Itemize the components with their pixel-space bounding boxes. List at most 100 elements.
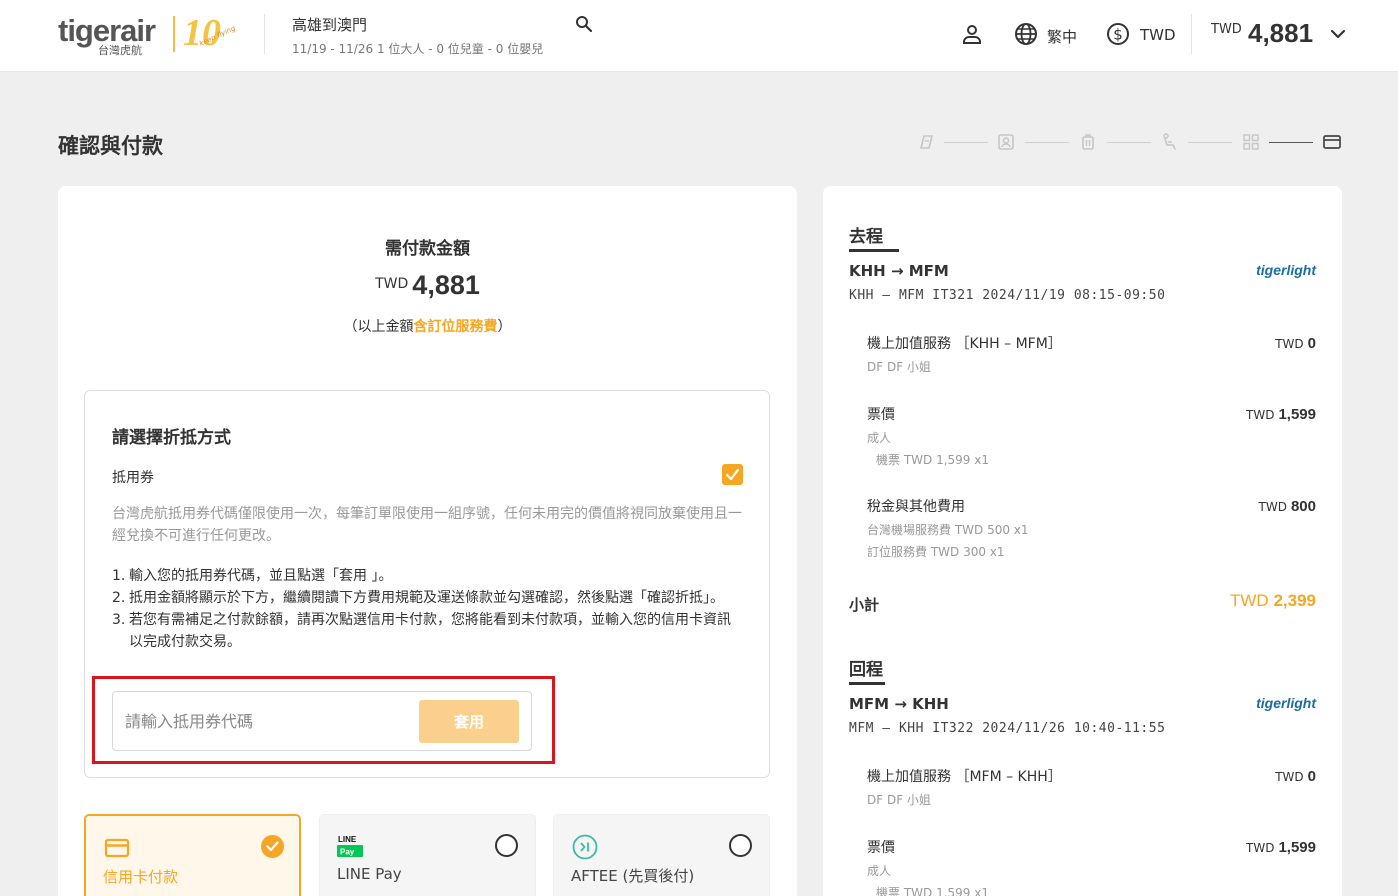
return-title: 回程 — [849, 660, 883, 680]
payment-method-credit-card[interactable]: 信用卡付款 — [84, 814, 301, 896]
step-connector — [944, 142, 988, 143]
line-item-detail: 機票 TWD 1,599 x1 — [876, 886, 989, 896]
instruction-number: 3. — [112, 612, 126, 628]
step-connector — [1188, 142, 1232, 143]
language-selector[interactable]: 繁中 — [1047, 26, 1077, 47]
amount-note-prefix: （以上金額 — [343, 319, 414, 335]
payment-method-aftee[interactable]: AFTEE (先買後付) — [553, 814, 770, 896]
step-connector-active — [1269, 142, 1313, 143]
currency-dollar-icon[interactable]: $ — [1105, 21, 1131, 47]
subtotal-label: 小計 — [849, 596, 880, 614]
instruction-number: 1. — [112, 568, 126, 584]
payment-card-step-icon — [1323, 135, 1341, 149]
payment-method-radio[interactable] — [729, 834, 752, 857]
discount-title: 請選擇折抵方式 — [112, 428, 231, 448]
instruction-item: 3. 若您有需補足之付款餘額，請再次點選信用卡付款，您將能看到未付款項，並輸入您的… — [112, 609, 744, 653]
amount-note-suffix: ） — [497, 319, 512, 335]
globe-icon[interactable] — [1013, 21, 1039, 47]
amount-currency: TWD — [1246, 408, 1275, 422]
extras-grid-step-icon — [1243, 134, 1259, 150]
logo-subtitle: 台灣虎航 — [98, 44, 142, 57]
payment-method-radio-selected[interactable] — [261, 835, 284, 858]
baggage-step-icon — [1082, 134, 1094, 150]
amount-value: 1,599 — [1278, 839, 1316, 856]
line-item-name: 票價 — [867, 840, 895, 856]
instruction-text: 若您有需補足之付款餘額，請再次點選信用卡付款，您將能看到未付款項，並輸入您的信用… — [129, 612, 731, 650]
payment-method-label: 信用卡付款 — [103, 868, 179, 886]
amount-value: 0 — [1307, 768, 1316, 785]
line-item-name: 稅金與其他費用 — [867, 499, 965, 515]
step-connector — [1025, 142, 1069, 143]
payment-card: 需付款金額 TWD 4,881 （以上金額含訂位服務費） 請選擇折抵方式 抵用券 … — [58, 186, 797, 896]
page-title: 確認與付款 — [58, 134, 163, 158]
logo-separator — [173, 16, 175, 52]
return-flight-info: MFM – KHH IT322 2024/11/26 10:40-11:55 — [849, 721, 1166, 736]
svg-text:$: $ — [1113, 26, 1123, 44]
instruction-text: 抵用金額將顯示於下方，繼續閱讀下方費用規範及運送條款並勾選確認，然後點選「確認折… — [129, 590, 724, 606]
line-item-name: 機上加值服務 ［MFM – KHH］ — [867, 769, 1062, 785]
svg-text:LINE: LINE — [338, 835, 357, 844]
header-total-amount[interactable]: 4,881 — [1248, 18, 1313, 49]
payment-method-radio[interactable] — [495, 834, 518, 857]
line-item-detail: 成人 — [867, 431, 892, 445]
credit-card-icon — [104, 838, 130, 858]
instruction-number: 2. — [112, 590, 126, 606]
amount-currency: TWD — [1275, 337, 1304, 351]
highlight-annotation-box — [92, 676, 555, 764]
search-icon[interactable] — [574, 14, 594, 34]
header-total-currency: TWD — [1211, 22, 1242, 37]
line-item-detail: 成人 — [867, 864, 892, 878]
instruction-item: 2. 抵用金額將顯示於下方，繼續閱讀下方費用規範及運送條款並勾選確認，然後點選「確… — [112, 587, 744, 609]
aftee-icon — [572, 834, 598, 860]
line-item-name: 票價 — [867, 407, 895, 423]
flight-ticket-step-icon — [919, 135, 934, 149]
subtotal-amount: TWD 2,399 — [1230, 591, 1316, 611]
currency-selector[interactable]: TWD — [1140, 26, 1176, 44]
instruction-item: 1. 輸入您的抵用券代碼，並且點選「套用 」。 — [112, 565, 744, 587]
line-item-detail: DF DF 小姐 — [867, 793, 931, 807]
passenger-step-icon — [998, 134, 1014, 150]
user-icon[interactable] — [960, 22, 984, 46]
instruction-text: 輸入您的抵用券代碼，並且點選「套用 」。 — [129, 568, 393, 584]
section-underline — [849, 682, 885, 685]
payment-method-line-pay[interactable]: LINE Pay LINE Pay — [319, 814, 536, 896]
itinerary-summary: 去程 KHH → MFM tigerlight KHH – MFM IT321 … — [823, 186, 1342, 896]
amount-value: 1,599 — [1278, 406, 1316, 423]
amount-due-value: 4,881 — [412, 270, 480, 300]
outbound-route: KHH → MFM — [849, 262, 949, 280]
outbound-title: 去程 — [849, 227, 883, 247]
fare-brand: tigerlight — [1256, 695, 1316, 711]
fare-brand: tigerlight — [1256, 262, 1316, 278]
line-item-name: 機上加值服務 ［KHH – MFM］ — [867, 336, 1062, 352]
outbound-flight-info: KHH – MFM IT321 2024/11/19 08:15-09:50 — [849, 288, 1166, 303]
chevron-down-icon[interactable] — [1328, 24, 1348, 44]
route-title[interactable]: 高雄到澳門 — [292, 14, 367, 35]
return-route: MFM → KHH — [849, 695, 949, 713]
amount-currency: TWD — [1246, 841, 1275, 855]
route-summary[interactable]: 11/19 - 11/26 1 位大人 - 0 位兒童 - 0 位嬰兒 — [292, 40, 543, 57]
amount-value: 800 — [1290, 498, 1316, 515]
payment-method-label: AFTEE (先買後付) — [571, 867, 695, 885]
payment-method-label: LINE Pay — [337, 865, 402, 883]
line-item-amount: TWD 0 — [1275, 766, 1316, 785]
line-item-detail: DF DF 小姐 — [867, 360, 931, 374]
line-item-detail: 機票 TWD 1,599 x1 — [876, 453, 989, 467]
seat-step-icon — [1163, 133, 1176, 150]
voucher-checkbox[interactable] — [722, 464, 743, 485]
line-item-amount: TWD 0 — [1275, 333, 1316, 352]
header-divider — [264, 14, 265, 54]
step-connector — [1107, 142, 1151, 143]
checkmark-icon — [725, 468, 740, 481]
amount-currency: TWD — [1258, 500, 1287, 514]
subtotal-currency: TWD — [1230, 591, 1269, 610]
svg-text:Pay: Pay — [340, 848, 355, 857]
booking-fee-highlight[interactable]: 含訂位服務費 — [414, 319, 498, 335]
tigerair-logo[interactable]: tigerair 台灣虎航 10 keep flying — [58, 12, 238, 58]
voucher-label: 抵用券 — [112, 470, 154, 486]
amount-due-currency: TWD — [375, 276, 409, 292]
voucher-instructions: 1. 輸入您的抵用券代碼，並且點選「套用 」。 2. 抵用金額將顯示於下方，繼續閱讀… — [112, 565, 744, 653]
header-divider — [1191, 14, 1192, 54]
line-item-amount: TWD 800 — [1259, 496, 1316, 515]
line-item-detail: 訂位服務費 TWD 300 x1 — [867, 545, 1005, 559]
section-underline — [849, 249, 899, 252]
